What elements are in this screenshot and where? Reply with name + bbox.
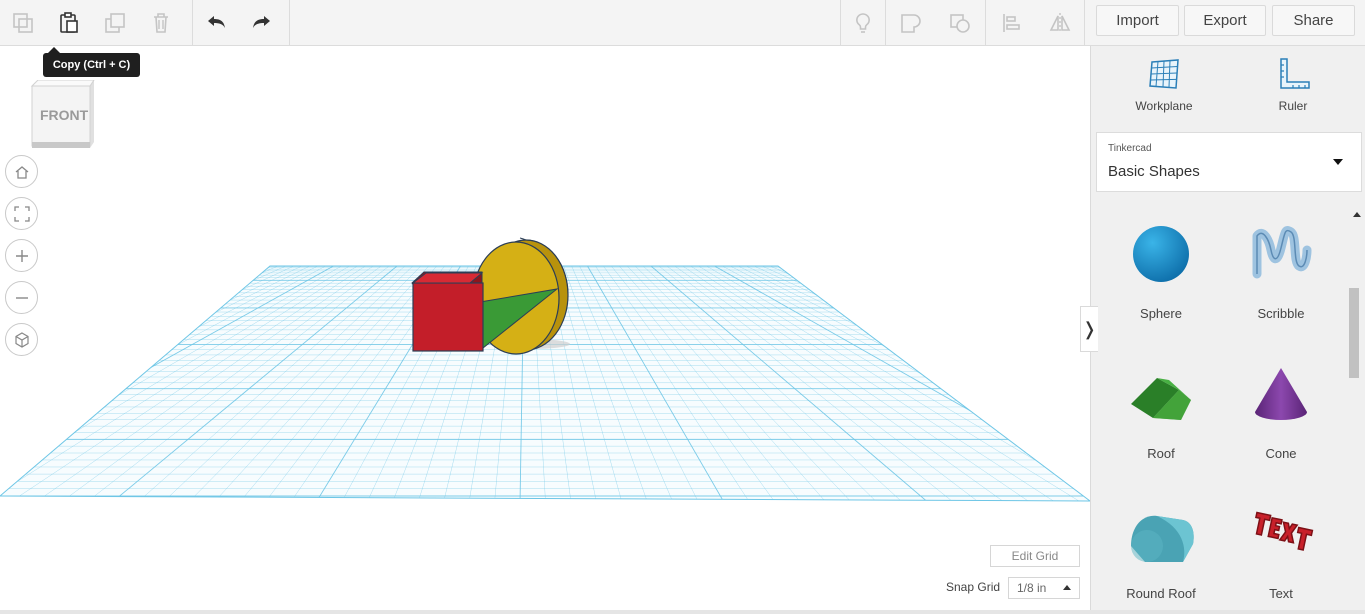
shapes-panel: Workplane Ruler Tinkercad Basic Shapes S… — [1090, 46, 1365, 612]
chevron-right-icon: ❭ — [1081, 318, 1098, 339]
shape-label: Roof — [1147, 446, 1175, 461]
fit-view-button[interactable] — [5, 197, 38, 230]
library-name: Basic Shapes — [1108, 163, 1200, 180]
perspective-button[interactable] — [5, 323, 38, 356]
lightbulb-icon[interactable] — [841, 0, 885, 45]
perspective-icon — [14, 331, 29, 348]
shape-roof[interactable]: Roof — [1106, 354, 1216, 484]
undo-icon[interactable] — [193, 0, 239, 45]
text-shape-icon — [1255, 511, 1314, 551]
home-view-button[interactable] — [5, 155, 38, 188]
home-icon — [15, 165, 28, 179]
zoom-in-icon — [15, 249, 28, 262]
collapse-panel-button[interactable]: ❭ — [1080, 306, 1098, 352]
ruler-icon — [1280, 58, 1310, 89]
group-icon[interactable] — [886, 0, 936, 45]
shape-list-scrollbar[interactable] — [1346, 204, 1365, 612]
shape-label: Sphere — [1140, 306, 1182, 321]
edit-tools — [0, 0, 193, 45]
shape-label: Round Roof — [1126, 586, 1196, 601]
library-source: Tinkercad — [1108, 143, 1152, 154]
snap-grid-select[interactable]: 1/8 in — [1008, 577, 1080, 599]
workplane-viewport[interactable]: FRONT Edit Grid Snap Grid 1/8 in — [0, 46, 1090, 612]
shape-sphere[interactable]: Sphere — [1106, 214, 1216, 344]
fit-icon — [13, 205, 30, 222]
scribble-icon — [1252, 226, 1312, 279]
group-tools — [886, 0, 986, 45]
shape-label: Text — [1269, 586, 1293, 601]
workplane-tool[interactable]: Workplane — [1114, 56, 1214, 118]
snap-grid-value: 1/8 in — [1017, 581, 1047, 595]
scrollbar-thumb[interactable] — [1349, 288, 1359, 378]
sphere-icon — [1133, 226, 1189, 282]
align-icon[interactable] — [986, 0, 1035, 45]
workplane-label: Workplane — [1135, 99, 1193, 113]
caret-down-icon — [1333, 159, 1343, 165]
history-tools — [193, 0, 290, 45]
shape-cone[interactable]: Cone — [1226, 354, 1336, 484]
shape-label: Cone — [1265, 446, 1297, 461]
bottom-edge — [0, 610, 1365, 614]
zoom-out-icon — [15, 296, 28, 299]
viewcube-front-label: FRONT — [40, 107, 89, 123]
copy-tooltip: Copy (Ctrl + C) — [43, 47, 140, 77]
share-button[interactable]: Share — [1272, 5, 1355, 36]
copy-icon[interactable] — [46, 0, 92, 45]
export-button[interactable]: Export — [1184, 5, 1266, 36]
ruler-tool[interactable]: Ruler — [1243, 56, 1343, 118]
cone-icon — [1255, 368, 1307, 420]
shape-scribble[interactable]: Scribble — [1226, 214, 1336, 344]
paste-icon[interactable] — [92, 0, 138, 45]
tinkercad-app: Import Export Share FRONT Edit Grid Snap… — [0, 0, 1365, 614]
shape-text[interactable]: Text — [1226, 494, 1336, 612]
scroll-up-icon[interactable] — [1353, 212, 1361, 217]
round-roof-icon — [1131, 515, 1194, 562]
duplicate-icon[interactable] — [0, 0, 46, 45]
workplane-grid[interactable] — [0, 46, 1090, 612]
ungroup-icon[interactable] — [936, 0, 986, 45]
notes-tool — [840, 0, 886, 45]
chevron-up-icon — [1063, 585, 1071, 590]
edit-grid-button[interactable]: Edit Grid — [990, 545, 1080, 567]
ruler-label: Ruler — [1278, 99, 1308, 113]
workplane-icon — [1149, 59, 1179, 89]
zoom-out-button[interactable] — [5, 281, 38, 314]
shape-list: Sphere Scribble Roof Cone Round Roof Tex… — [1091, 204, 1348, 612]
snap-grid-label: Snap Grid — [946, 580, 1001, 594]
shape-library-select[interactable]: Tinkercad Basic Shapes — [1096, 132, 1362, 192]
mirror-icon[interactable] — [1035, 0, 1084, 45]
shape-label: Scribble — [1257, 306, 1305, 321]
arrange-tools — [986, 0, 1085, 45]
toolbar: Import Export Share — [0, 0, 1365, 46]
delete-icon[interactable] — [138, 0, 184, 45]
roof-icon — [1131, 378, 1191, 420]
zoom-in-button[interactable] — [5, 239, 38, 272]
red-box[interactable] — [411, 271, 484, 352]
import-button[interactable]: Import — [1096, 5, 1179, 36]
shape-round-roof[interactable]: Round Roof — [1106, 494, 1216, 612]
redo-icon[interactable] — [239, 0, 285, 45]
view-cube[interactable]: FRONT — [30, 79, 95, 150]
